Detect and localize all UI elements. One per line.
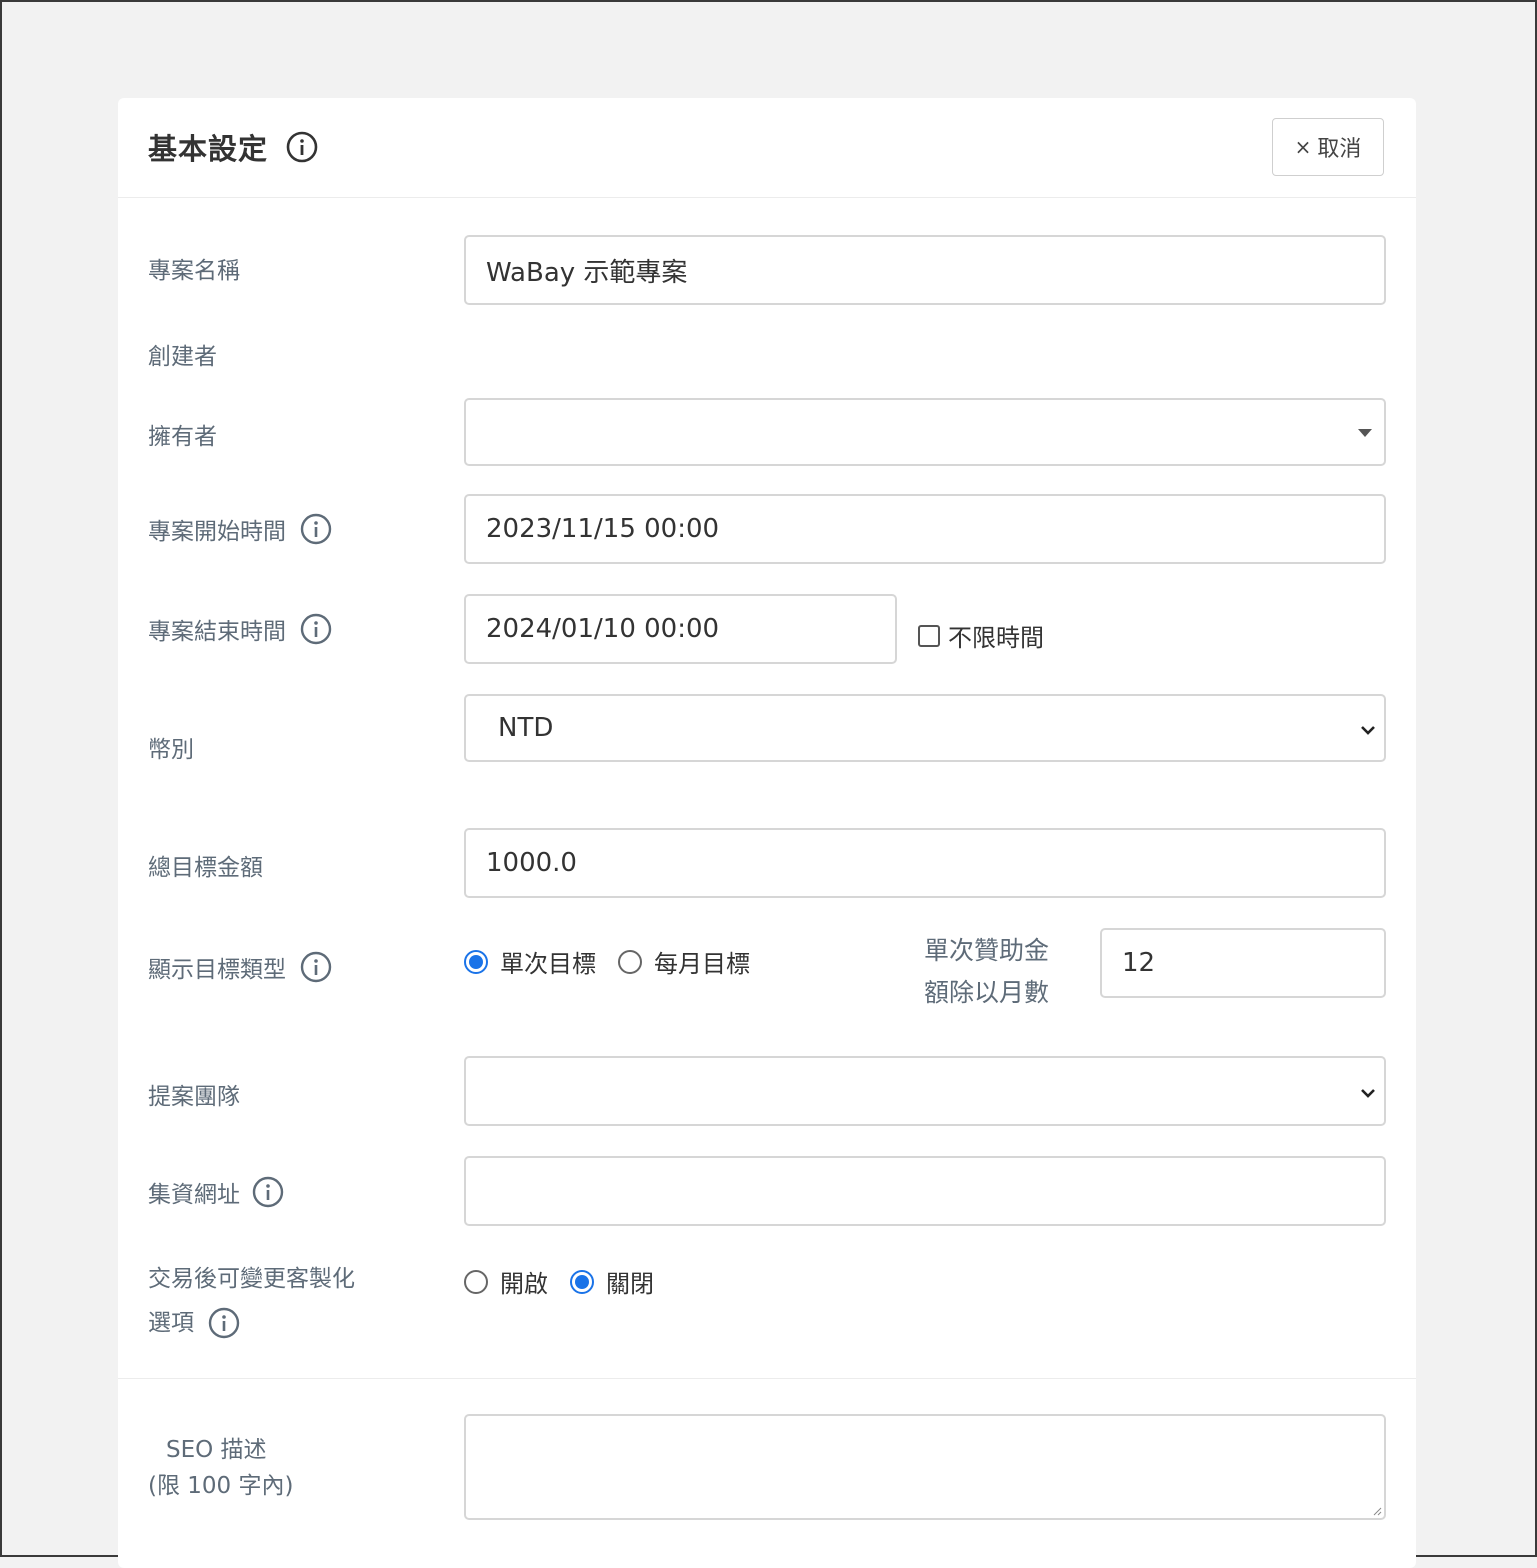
section-divider xyxy=(118,1378,1416,1379)
start-time-value: 2023/11/15 00:00 xyxy=(486,514,720,544)
owner-label: 擁有者 xyxy=(148,417,217,451)
project-name-input[interactable]: WaBay 示範專案 xyxy=(464,235,1386,305)
enable-label: 開啟 xyxy=(500,1270,548,1298)
seo-description-textarea[interactable] xyxy=(464,1414,1386,1520)
basic-settings-card: 基本設定 × 取消 專案名稱 WaBay 示範專案 創建者 擁有者 專案開始時間 xyxy=(118,98,1416,1568)
monthly-target-label: 每月目標 xyxy=(654,950,750,978)
currency-select[interactable]: NTD xyxy=(464,694,1386,762)
project-name-label-text: 專案名稱 xyxy=(148,258,240,284)
team-label-text: 提案團隊 xyxy=(148,1084,240,1110)
seo-label-line2: (限 100 字內) xyxy=(148,1473,294,1499)
funding-url-input[interactable] xyxy=(464,1156,1386,1226)
custom-options-label-line2: 選項 xyxy=(148,1310,194,1336)
info-icon[interactable] xyxy=(300,951,332,983)
enable-radio[interactable] xyxy=(464,1269,488,1294)
custom-options-radio-group: 開啟 關閉 xyxy=(464,1264,676,1299)
monthly-divisor-label-line1: 單次贊助金 xyxy=(924,936,1050,965)
end-time-label: 專案結束時間 xyxy=(148,612,332,646)
info-icon[interactable] xyxy=(300,613,332,645)
project-name-label: 專案名稱 xyxy=(148,251,240,285)
monthly-divisor-input[interactable]: 12 xyxy=(1100,928,1386,998)
project-name-value: WaBay 示範專案 xyxy=(486,257,688,288)
owner-select[interactable] xyxy=(464,398,1386,466)
creator-label-text: 創建者 xyxy=(148,344,217,370)
start-time-label-text: 專案開始時間 xyxy=(148,519,286,545)
seo-label-line1: SEO 描述 xyxy=(166,1437,267,1463)
cancel-button[interactable]: × 取消 xyxy=(1272,118,1384,176)
funding-url-label-text: 集資網址 xyxy=(148,1182,240,1208)
close-icon: × xyxy=(1294,135,1312,159)
monthly-divisor-label-line2: 額除以月數 xyxy=(924,978,1050,1007)
end-time-label-text: 專案結束時間 xyxy=(148,619,286,645)
start-time-input[interactable]: 2023/11/15 00:00 xyxy=(464,494,1386,564)
unlimited-time-option[interactable]: 不限時間 xyxy=(918,618,1044,653)
chevron-down-icon xyxy=(1361,726,1375,735)
currency-label-text: 幣別 xyxy=(148,737,194,763)
caret-down-icon xyxy=(1358,429,1372,437)
target-type-label: 顯示目標類型 xyxy=(148,950,332,984)
info-icon[interactable] xyxy=(300,513,332,545)
start-time-label: 專案開始時間 xyxy=(148,512,332,546)
currency-value: NTD xyxy=(498,713,554,743)
unlimited-time-label: 不限時間 xyxy=(948,624,1044,652)
funding-url-label: 集資網址 xyxy=(148,1175,284,1209)
end-time-value: 2024/01/10 00:00 xyxy=(486,614,720,644)
creator-label: 創建者 xyxy=(148,337,217,371)
monthly-divisor-label: 單次贊助金 額除以月數 xyxy=(924,930,1049,1014)
unlimited-time-checkbox[interactable] xyxy=(918,624,940,647)
custom-options-label: 交易後可變更客製化 選項 xyxy=(148,1262,355,1340)
resize-handle-icon[interactable] xyxy=(1372,1506,1382,1516)
monthly-target-radio[interactable] xyxy=(618,949,642,974)
disable-label: 關閉 xyxy=(606,1270,654,1298)
page-title: 基本設定 xyxy=(148,132,269,166)
custom-options-label-line2-wrap: 選項 xyxy=(148,1306,240,1340)
info-icon[interactable] xyxy=(208,1307,240,1339)
team-select[interactable] xyxy=(464,1056,1386,1126)
single-target-label: 單次目標 xyxy=(500,950,596,978)
single-target-radio[interactable] xyxy=(464,949,488,974)
target-amount-value: 1000.0 xyxy=(486,848,577,878)
currency-label: 幣別 xyxy=(148,730,194,764)
card-header: 基本設定 × 取消 xyxy=(118,98,1416,198)
cancel-label: 取消 xyxy=(1317,137,1362,162)
info-icon[interactable] xyxy=(252,1176,284,1208)
chevron-down-icon xyxy=(1361,1089,1375,1098)
info-icon[interactable] xyxy=(286,131,318,163)
disable-radio[interactable] xyxy=(570,1269,594,1294)
target-amount-input[interactable]: 1000.0 xyxy=(464,828,1386,898)
target-type-label-text: 顯示目標類型 xyxy=(148,957,286,983)
end-time-input[interactable]: 2024/01/10 00:00 xyxy=(464,594,897,664)
owner-label-text: 擁有者 xyxy=(148,424,217,450)
seo-label: SEO 描述 (限 100 字內) xyxy=(148,1434,293,1502)
monthly-divisor-value: 12 xyxy=(1122,948,1156,978)
target-type-radio-group: 單次目標 每月目標 xyxy=(464,944,772,979)
team-label: 提案團隊 xyxy=(148,1077,240,1111)
target-amount-label-text: 總目標金額 xyxy=(148,855,263,881)
custom-options-label-line1: 交易後可變更客製化 xyxy=(148,1266,355,1292)
target-amount-label: 總目標金額 xyxy=(148,848,263,882)
